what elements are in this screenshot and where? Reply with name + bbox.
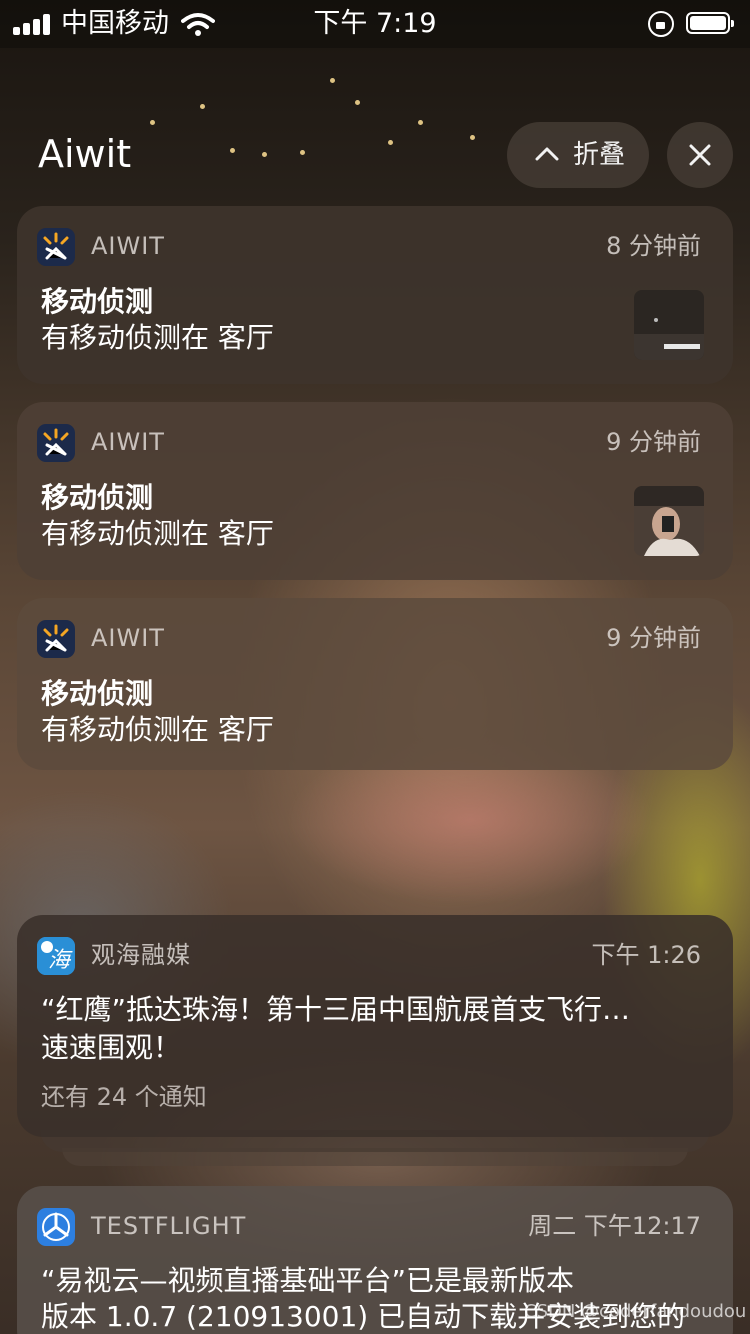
status-time: 下午 7:19 bbox=[313, 8, 437, 39]
chevron-up-icon bbox=[535, 147, 559, 161]
notification-time: 9 分钟前 bbox=[606, 624, 701, 652]
notification-app-name: AIWIT bbox=[91, 428, 165, 456]
notification-card[interactable]: AIWIT 9 分钟前 移动侦测 有移动侦测在 客厅 bbox=[17, 598, 733, 770]
aiwit-app-icon bbox=[37, 620, 75, 658]
notification-title: “易视云—视频直播基础平台”已是最新版本 bbox=[41, 1264, 575, 1297]
notification-thumbnail bbox=[634, 486, 704, 556]
notification-app-name: AIWIT bbox=[91, 624, 165, 652]
notification-body: 速速围观！ bbox=[41, 1031, 182, 1064]
notification-card[interactable]: AIWIT 9 分钟前 移动侦测 有移动侦测在 客厅 bbox=[17, 402, 733, 580]
notification-time: 8 分钟前 bbox=[606, 232, 701, 260]
close-icon bbox=[689, 144, 711, 166]
notification-time: 下午 1:26 bbox=[591, 941, 701, 969]
notification-title: 移动侦测 bbox=[41, 481, 154, 514]
notification-app-name: TESTFLIGHT bbox=[91, 1212, 247, 1240]
notification-card[interactable]: AIWIT 8 分钟前 移动侦测 有移动侦测在 客厅 bbox=[17, 206, 733, 384]
guanhai-icon-glyph: 海 bbox=[48, 948, 73, 973]
notification-time: 周二 下午12:17 bbox=[528, 1212, 701, 1240]
notification-app-name: AIWIT bbox=[91, 232, 165, 260]
notification-thumbnail bbox=[634, 290, 704, 360]
aiwit-app-icon bbox=[37, 228, 75, 266]
watermark: CSDN @coderfandoudou bbox=[524, 1301, 747, 1322]
more-notifications-count: 还有 24 个通知 bbox=[41, 1083, 207, 1111]
aiwit-app-icon bbox=[37, 424, 75, 462]
status-bar: 中国移动 下午 7:19 bbox=[0, 0, 750, 48]
news-notification-group[interactable]: 海 观海融媒 下午 1:26 “红鹰”抵达珠海！第十三届中国航展首支飞行… 速速… bbox=[17, 915, 733, 1137]
collapse-label: 折叠 bbox=[573, 140, 626, 170]
notification-title: 移动侦测 bbox=[41, 677, 154, 710]
testflight-app-icon bbox=[37, 1208, 75, 1246]
orientation-lock-icon bbox=[648, 11, 674, 37]
notification-body: 有移动侦测在 客厅 bbox=[41, 517, 274, 550]
collapse-button[interactable]: 折叠 bbox=[507, 122, 649, 188]
group-title: Aiwit bbox=[38, 132, 132, 176]
notification-title: 移动侦测 bbox=[41, 285, 154, 318]
notification-body: 有移动侦测在 客厅 bbox=[41, 321, 274, 354]
notification-time: 9 分钟前 bbox=[606, 428, 701, 456]
notification-title: “红鹰”抵达珠海！第十三届中国航展首支飞行… bbox=[41, 993, 631, 1026]
notification-app-name: 观海融媒 bbox=[91, 941, 191, 969]
battery-icon bbox=[686, 12, 734, 34]
guanhai-app-icon: 海 bbox=[37, 937, 75, 975]
clear-group-button[interactable] bbox=[667, 122, 733, 188]
notification-body: 有移动侦测在 客厅 bbox=[41, 713, 274, 746]
